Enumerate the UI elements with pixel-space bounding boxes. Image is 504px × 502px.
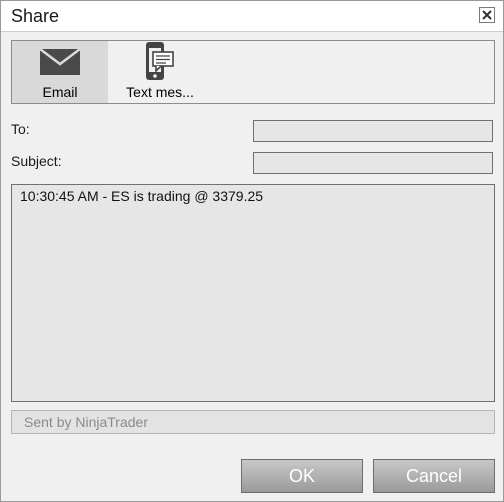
signature-field: Sent by NinjaTrader [11, 410, 495, 434]
subject-label: Subject: [11, 153, 62, 169]
to-input[interactable] [253, 120, 493, 142]
message-textarea[interactable]: 10:30:45 AM - ES is trading @ 3379.25 [11, 184, 495, 402]
close-button[interactable] [479, 7, 495, 23]
share-method-bar: Email Text mes... [11, 40, 495, 104]
to-label: To: [11, 121, 30, 137]
dialog-title: Share [11, 6, 60, 26]
share-option-email-label: Email [42, 84, 78, 100]
close-icon [482, 10, 492, 20]
share-option-text-label: Text mes... [126, 84, 194, 100]
share-dialog: Share Email Text mes... To: Subject: 10:… [0, 0, 504, 502]
ok-button[interactable]: OK [241, 459, 363, 493]
envelope-icon [39, 48, 81, 75]
cancel-button[interactable]: Cancel [373, 459, 495, 493]
phone-message-icon [146, 42, 174, 80]
subject-input[interactable] [253, 152, 493, 174]
title-bar: Share [1, 1, 503, 32]
share-option-text-message[interactable]: Text mes... [112, 41, 208, 103]
share-option-email[interactable]: Email [12, 41, 108, 103]
